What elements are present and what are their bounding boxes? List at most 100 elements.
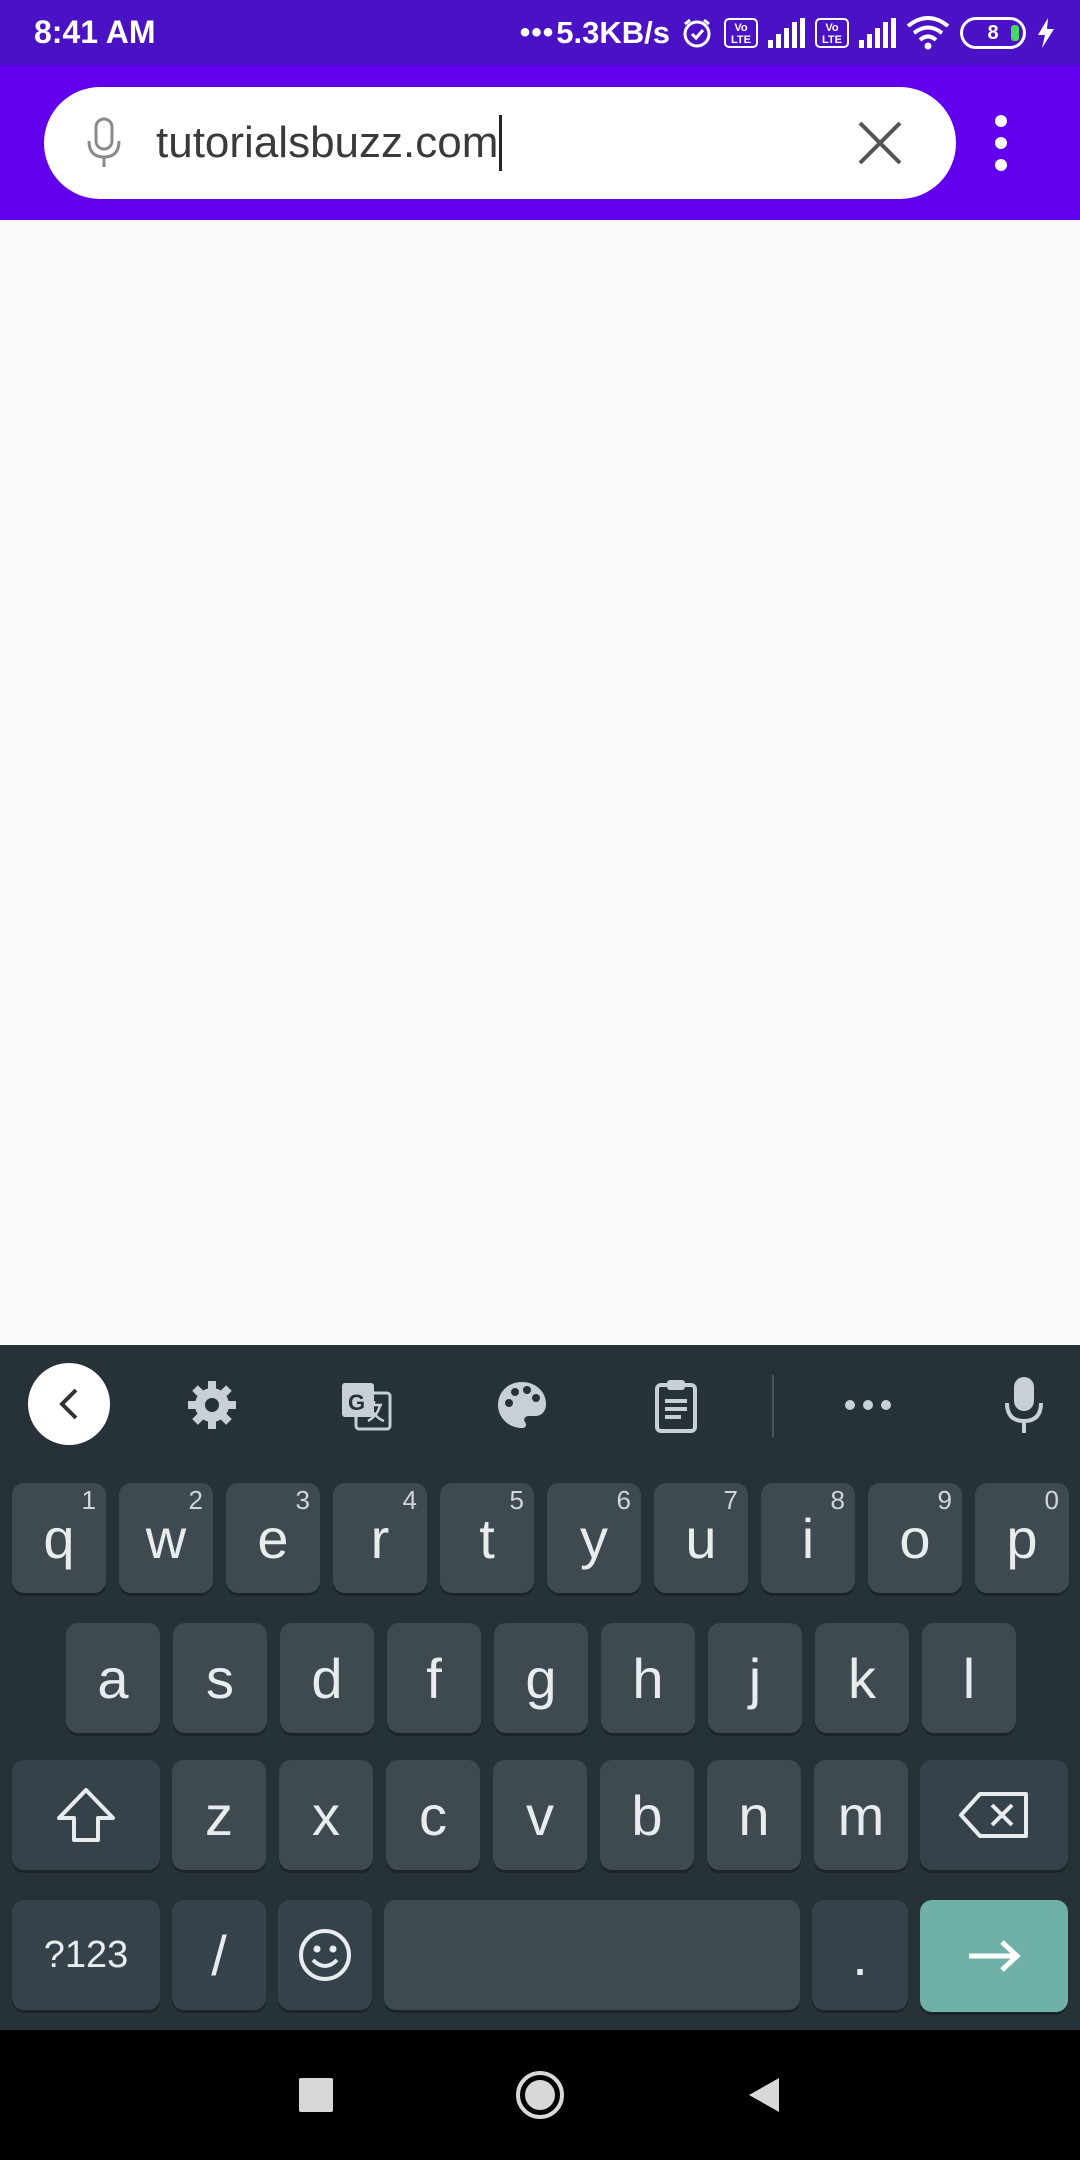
translate-icon[interactable]: G — [336, 1375, 396, 1435]
status-icons: ••• 5.3KB/s Vo LTE Vo LTE 8 — [520, 10, 1056, 56]
go-key[interactable] — [920, 1900, 1068, 2012]
soft-keyboard: G ?123 / . q 1 w 2 e 3 r 4 t 5 y 6 u 7 i… — [0, 1345, 1080, 2030]
key-g-label: g — [525, 1646, 557, 1710]
key-u[interactable]: u7 — [654, 1483, 748, 1593]
key-m[interactable]: m — [814, 1760, 908, 1870]
battery-level: 8 — [987, 21, 999, 44]
key-n[interactable]: n — [707, 1760, 801, 1870]
notification-dots: ••• — [519, 16, 555, 49]
status-bar: 8:41 AM ••• 5.3KB/s Vo LTE Vo LTE 8 — [0, 0, 1080, 65]
navigation-bar — [0, 2030, 1080, 2160]
key-l[interactable]: l — [922, 1623, 1016, 1733]
key-k[interactable]: k — [815, 1623, 909, 1733]
key-j[interactable]: j — [708, 1623, 802, 1733]
microphone-icon[interactable] — [84, 115, 124, 171]
key-x-label: x — [312, 1783, 340, 1847]
key-e-hint: 3 — [295, 1485, 310, 1515]
key-w-hint: 2 — [188, 1485, 203, 1515]
search-input[interactable]: tutorialsbuzz.com — [156, 109, 756, 177]
key-h[interactable]: h — [601, 1623, 695, 1733]
key-b[interactable]: b — [600, 1760, 694, 1870]
key-x[interactable]: x — [279, 1760, 373, 1870]
key-e-label: e — [257, 1506, 289, 1570]
key-w[interactable]: w2 — [119, 1483, 213, 1593]
key-y[interactable]: y6 — [547, 1483, 641, 1593]
status-time: 8:41 AM — [34, 14, 156, 50]
symbols-key[interactable]: ?123 — [12, 1900, 160, 2010]
key-f[interactable]: f — [387, 1623, 481, 1733]
network-speed: ••• 5.3KB/s — [520, 15, 670, 51]
key-e[interactable]: e3 — [226, 1483, 320, 1593]
svg-text:G: G — [348, 1390, 365, 1415]
close-icon[interactable] — [854, 117, 906, 169]
emoji-key[interactable] — [278, 1900, 372, 2010]
backspace-key[interactable] — [920, 1760, 1068, 1870]
keyboard-toolbar: G — [0, 1345, 1080, 1463]
key-u-label: u — [685, 1506, 717, 1570]
key-k-label: k — [848, 1646, 876, 1710]
text-caret — [499, 115, 503, 171]
key-t[interactable]: t5 — [440, 1483, 534, 1593]
voice-input-icon[interactable] — [994, 1375, 1054, 1435]
recents-icon[interactable] — [286, 2065, 346, 2125]
search-input-text: tutorialsbuzz.com — [156, 118, 499, 167]
slash-key[interactable]: / — [172, 1900, 266, 2010]
spacebar-key[interactable] — [384, 1900, 800, 2010]
key-r[interactable]: r4 — [333, 1483, 427, 1593]
key-n-label: n — [738, 1783, 770, 1847]
signal-icon — [768, 18, 805, 48]
key-f-label: f — [426, 1646, 442, 1710]
wifi-icon — [906, 16, 950, 50]
volte-icon-2: Vo LTE — [815, 18, 849, 48]
key-i-hint: 8 — [830, 1485, 845, 1515]
key-b-label: b — [631, 1783, 663, 1847]
back-icon[interactable] — [734, 2065, 794, 2125]
key-p-hint: 0 — [1044, 1485, 1059, 1515]
key-o-label: o — [899, 1506, 931, 1570]
key-q[interactable]: q1 — [12, 1483, 106, 1593]
key-q-label: q — [43, 1506, 75, 1570]
search-bar[interactable]: tutorialsbuzz.com — [44, 87, 956, 199]
signal-icon-2 — [859, 18, 896, 48]
shift-key[interactable] — [12, 1760, 160, 1870]
key-s[interactable]: s — [173, 1623, 267, 1733]
key-z-label: z — [205, 1783, 233, 1847]
key-i-label: i — [801, 1506, 815, 1570]
key-v[interactable]: v — [493, 1760, 587, 1870]
key-r-hint: 4 — [402, 1485, 417, 1515]
more-icon[interactable] — [838, 1375, 898, 1435]
app-toolbar: tutorialsbuzz.com — [0, 65, 1080, 220]
key-c-label: c — [419, 1783, 447, 1847]
key-i[interactable]: i8 — [761, 1483, 855, 1593]
key-z[interactable]: z — [172, 1760, 266, 1870]
key-q-hint: 1 — [81, 1485, 96, 1515]
key-p-label: p — [1006, 1506, 1038, 1570]
key-w-label: w — [145, 1506, 187, 1570]
gear-icon[interactable] — [182, 1375, 242, 1435]
content-area — [0, 220, 1080, 1345]
emoji-icon — [299, 1929, 351, 1981]
period-key[interactable]: . — [812, 1900, 908, 2010]
key-o[interactable]: o9 — [868, 1483, 962, 1593]
clipboard-icon[interactable] — [646, 1375, 706, 1435]
chevron-left-icon[interactable] — [28, 1363, 110, 1445]
palette-icon[interactable] — [492, 1375, 552, 1435]
key-a-label: a — [97, 1646, 129, 1710]
key-r-label: r — [370, 1506, 390, 1570]
charging-icon — [1038, 18, 1054, 48]
key-a[interactable]: a — [66, 1623, 160, 1733]
key-t-label: t — [479, 1506, 495, 1570]
key-y-label: y — [580, 1506, 608, 1570]
key-d[interactable]: d — [280, 1623, 374, 1733]
key-g[interactable]: g — [494, 1623, 588, 1733]
key-p[interactable]: p0 — [975, 1483, 1069, 1593]
key-h-label: h — [632, 1646, 664, 1710]
key-c[interactable]: c — [386, 1760, 480, 1870]
more-options-icon[interactable] — [986, 115, 1016, 171]
alarm-icon — [683, 18, 711, 48]
home-icon[interactable] — [510, 2065, 570, 2125]
key-j-label: j — [748, 1646, 762, 1710]
network-speed-value: 5.3KB/s — [556, 15, 670, 50]
key-y-hint: 6 — [616, 1485, 631, 1515]
battery-icon: 8 — [960, 17, 1026, 49]
